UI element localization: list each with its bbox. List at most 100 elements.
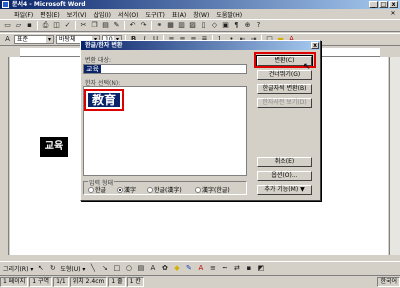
maximize-button[interactable]: □: [379, 1, 388, 8]
document-map-icon[interactable]: ▣: [221, 21, 230, 30]
menu-tools[interactable]: 도구(T): [145, 10, 164, 19]
fill-color-icon[interactable]: ◆: [172, 264, 181, 273]
spelling-icon[interactable]: ✓: [63, 21, 72, 30]
close-button[interactable]: x: [389, 1, 398, 8]
menu-format[interactable]: 서식(O): [118, 10, 138, 19]
source-label: 변환 대상:: [85, 57, 112, 64]
hanja-candidate-item[interactable]: 教育: [84, 89, 124, 111]
line-color-icon[interactable]: ✎: [184, 264, 193, 273]
cancel-button[interactable]: 취소(E): [257, 157, 312, 167]
radio-dot: [195, 186, 201, 193]
hanja-dictionary-button[interactable]: 한자사전 보기(D): [257, 98, 312, 108]
paste-icon[interactable]: ▤: [101, 21, 110, 30]
arrow-style-icon[interactable]: ⇄: [232, 264, 241, 273]
status-line: 1 줄: [108, 277, 126, 287]
drawing-icon[interactable]: ◇: [210, 21, 219, 30]
convert-per-char-button[interactable]: 한글자씩 변환(B): [257, 84, 312, 94]
line-icon[interactable]: ╲: [88, 264, 97, 273]
document-close-icon[interactable]: ✕: [389, 10, 397, 17]
options-button[interactable]: 옵션(O)...: [257, 171, 312, 181]
arrow-icon[interactable]: ↘: [100, 264, 109, 273]
toolbar-separator: [151, 21, 152, 30]
source-value: 교육: [84, 65, 101, 73]
insert-table-icon[interactable]: ▥: [177, 21, 186, 30]
menu-table[interactable]: 표(A): [172, 10, 186, 19]
menu-insert[interactable]: 삽입(I): [94, 10, 112, 19]
3d-icon[interactable]: ◩: [256, 264, 265, 273]
dash-style-icon[interactable]: ┅: [220, 264, 229, 273]
shadow-icon[interactable]: ▪: [244, 264, 253, 273]
menu-view[interactable]: 보기(V): [67, 10, 87, 19]
skip-button[interactable]: 건너뛰기(G): [257, 70, 312, 80]
line-style-icon[interactable]: ≡: [208, 264, 217, 273]
dialog-close-button[interactable]: x: [311, 42, 319, 49]
word-window: 문서4 - Microsoft Word _ □ x 파일(F) 편집(E) 보…: [0, 0, 400, 288]
save-icon[interactable]: ▪: [25, 21, 34, 30]
columns-icon[interactable]: ▯: [199, 21, 208, 30]
show-hide-icon[interactable]: ¶: [232, 21, 241, 30]
radio-hanja-hangul[interactable]: 漢字(한글): [195, 185, 230, 194]
radio-dot: [147, 186, 153, 193]
oval-icon[interactable]: ○: [124, 264, 133, 273]
dialog-title-bar: 한글/한자 변환 x: [81, 41, 320, 50]
hanja-candidate-text: 教育: [88, 93, 120, 107]
redo-icon[interactable]: ↷: [139, 21, 148, 30]
toolbar-separator: [124, 21, 125, 30]
toolbar-separator: [37, 21, 38, 30]
menu-edit[interactable]: 편집(E): [40, 10, 60, 19]
menu-file[interactable]: 파일(F): [14, 10, 33, 19]
open-folder-icon[interactable]: ▱: [14, 21, 23, 30]
radio-hangul[interactable]: 한글: [88, 185, 106, 194]
hyperlink-icon[interactable]: ⚭: [155, 21, 164, 30]
clipart-icon[interactable]: ✿: [160, 264, 169, 273]
menu-bar: 파일(F) 편집(E) 보기(V) 삽입(I) 서식(O) 도구(T) 표(A)…: [0, 9, 400, 19]
source-field[interactable]: 교육: [83, 64, 247, 74]
autoshapes-menu[interactable]: 도형(U) ▾: [60, 264, 85, 273]
zoom-icon[interactable]: ⊕: [243, 21, 252, 30]
style-icon: A: [5, 35, 10, 43]
menu-help[interactable]: 도움말(H): [216, 10, 242, 19]
status-pages: 1/1: [53, 277, 69, 287]
print-icon[interactable]: ⎙: [41, 21, 50, 30]
status-bar: 1 페이지 1 구역 1/1 위치 2.4cm 1 줄 1 칸 한국어: [0, 275, 400, 288]
status-position: 위치 2.4cm: [69, 277, 108, 287]
minimize-button[interactable]: _: [369, 1, 378, 8]
format-painter-icon[interactable]: ✎: [112, 21, 121, 30]
radio-dot-selected: [117, 186, 123, 193]
print-preview-icon[interactable]: ◫: [52, 21, 61, 30]
status-col: 1 칸: [126, 277, 144, 287]
copy-icon[interactable]: ❐: [90, 21, 99, 30]
drawing-toolbar: 그리기(R) ▾ ↖ ↻ 도형(U) ▾ ╲ ↘ □ ○ ▤ A ✿ ◆ ✎ A…: [0, 261, 400, 274]
radio-hanja[interactable]: 漢字: [117, 185, 136, 194]
status-page: 1 페이지: [0, 277, 29, 287]
vertical-ruler: [0, 57, 9, 255]
new-document-icon[interactable]: ▭: [3, 21, 12, 30]
more-features-button[interactable]: 추가 기능(M) ▼: [257, 185, 312, 195]
status-language: 한국어: [377, 277, 400, 287]
rotate-icon[interactable]: ↻: [48, 264, 57, 273]
vertical-scrollbar[interactable]: [389, 57, 400, 255]
standard-toolbar: ▭ ▱ ▪ ⎙ ◫ ✓ ✂ ❐ ▤ ✎ ↶ ↷ ⚭ ▦ ▥ ▨ ▯ ◇ ▣ ¶ …: [0, 19, 400, 32]
radio-hangul-hanja[interactable]: 한글(漢字): [147, 185, 182, 194]
dialog-title: 한글/한자 변환: [85, 42, 123, 49]
toolbar-separator: [75, 21, 76, 30]
draw-menu[interactable]: 그리기(R) ▾: [3, 264, 33, 273]
textbox-icon[interactable]: ▤: [136, 264, 145, 273]
rectangle-icon[interactable]: □: [112, 264, 121, 273]
style-combo[interactable]: 표준: [14, 35, 54, 44]
cut-icon[interactable]: ✂: [79, 21, 88, 30]
tables-borders-icon[interactable]: ▦: [166, 21, 175, 30]
menu-window[interactable]: 창(W): [193, 10, 209, 19]
radio-dot: [88, 186, 94, 193]
text-color-icon[interactable]: A: [196, 264, 205, 273]
window-title: 문서4 - Microsoft Word: [12, 1, 86, 8]
selected-document-text[interactable]: 교육: [40, 137, 68, 157]
word-app-icon: [2, 1, 9, 8]
select-objects-icon[interactable]: ↖: [36, 264, 45, 273]
help-icon[interactable]: ?: [254, 21, 263, 30]
status-section: 1 구역: [29, 277, 53, 287]
title-bar: 문서4 - Microsoft Word _ □ x: [0, 0, 400, 9]
insert-excel-icon[interactable]: ▨: [188, 21, 197, 30]
undo-icon[interactable]: ↶: [128, 21, 137, 30]
wordart-icon[interactable]: A: [148, 264, 157, 273]
